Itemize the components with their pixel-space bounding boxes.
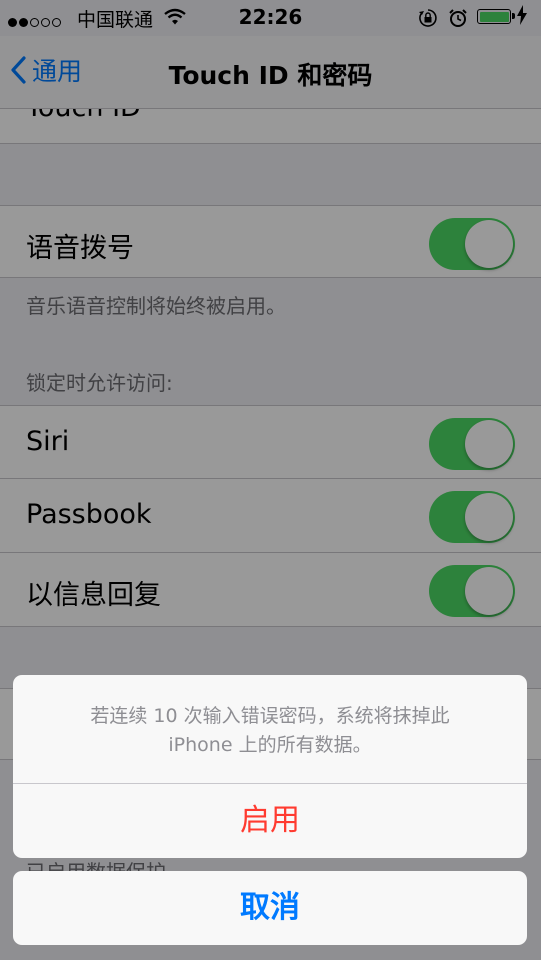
cancel-sheet: 取消 — [13, 871, 527, 945]
enable-button[interactable]: 启用 — [13, 784, 527, 858]
cancel-button[interactable]: 取消 — [13, 871, 527, 945]
action-sheet: 若连续 10 次输入错误密码，系统将抹掉此 iPhone 上的所有数据。 启用 — [13, 675, 527, 858]
action-sheet-message-line2: iPhone 上的所有数据。 — [168, 734, 372, 756]
action-sheet-message: 若连续 10 次输入错误密码，系统将抹掉此 iPhone 上的所有数据。 — [13, 675, 527, 784]
action-sheet-message-line1: 若连续 10 次输入错误密码，系统将抹掉此 — [90, 705, 450, 727]
